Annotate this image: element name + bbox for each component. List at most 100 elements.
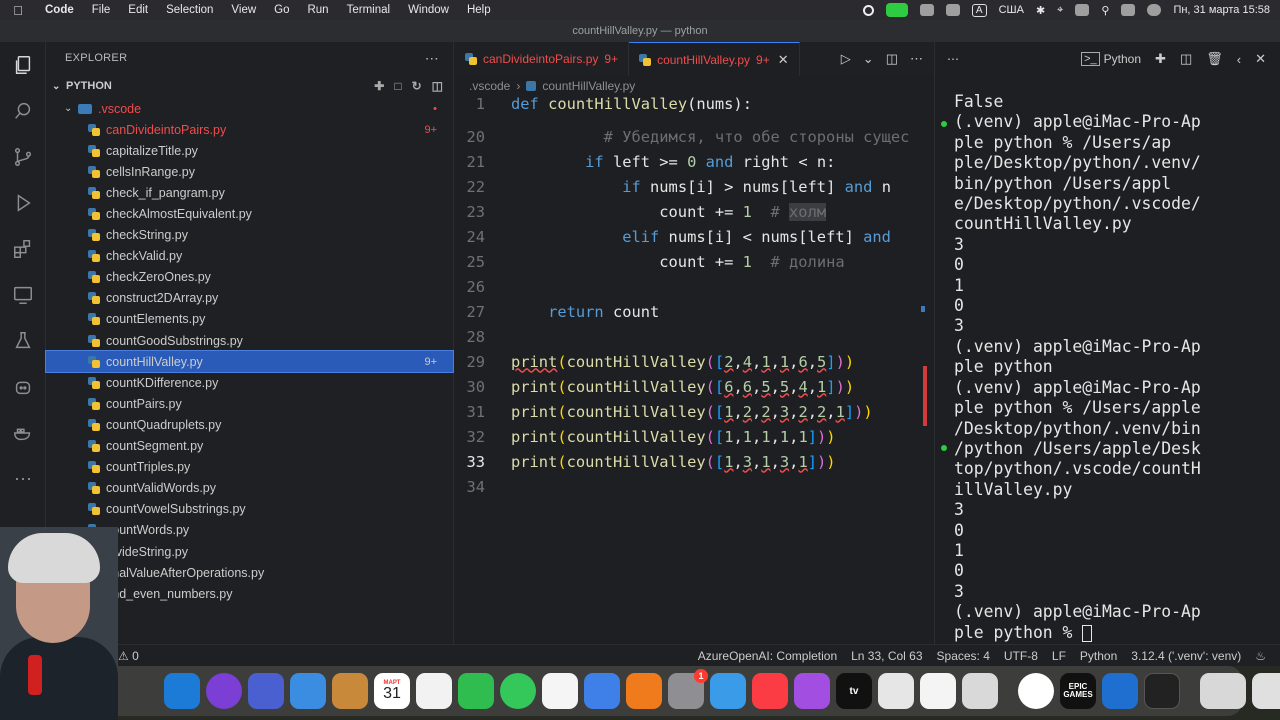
finder-icon[interactable]: [164, 673, 200, 709]
file-item[interactable]: countPairs.py: [46, 393, 453, 414]
epic-games-icon[interactable]: EPIC GAMES: [1060, 673, 1096, 709]
more-icon[interactable]: ⋯: [0, 456, 46, 502]
file-item[interactable]: countTriples.py: [46, 457, 453, 478]
status-indentation[interactable]: Spaces: 4: [937, 649, 990, 663]
docker-icon[interactable]: [0, 410, 46, 456]
freeform-icon[interactable]: [920, 673, 956, 709]
keynote-icon[interactable]: [584, 673, 620, 709]
documents-stack-icon[interactable]: [1252, 673, 1280, 709]
editor-more-icon[interactable]: ⋯: [910, 51, 923, 67]
file-item[interactable]: countValidWords.py: [46, 478, 453, 499]
file-item[interactable]: checkValid.py: [46, 246, 453, 267]
file-item[interactable]: construct2DArray.py: [46, 288, 453, 309]
control-center-icon[interactable]: [1121, 4, 1136, 16]
siri-icon[interactable]: [206, 673, 242, 709]
file-item[interactable]: countQuadruplets.py: [46, 414, 453, 435]
menu-run[interactable]: Run: [298, 4, 337, 16]
status-language[interactable]: Python: [1080, 649, 1117, 663]
tab-candivideintopairs[interactable]: canDivideintoPairs.py 9+: [455, 42, 630, 76]
file-item[interactable]: countHillValley.py 9+: [45, 350, 454, 374]
close-icon[interactable]: ✕: [1255, 51, 1266, 67]
menu-clock[interactable]: Пн, 31 марта 15:58: [1173, 4, 1270, 16]
file-item[interactable]: checkString.py: [46, 225, 453, 246]
explorer-icon[interactable]: [0, 42, 46, 88]
system-settings-icon[interactable]: 1: [668, 669, 708, 709]
messages-icon[interactable]: [500, 673, 536, 709]
siri-icon[interactable]: [1147, 4, 1162, 16]
input-source-label[interactable]: США: [999, 4, 1024, 16]
music-icon[interactable]: [752, 673, 788, 709]
record-icon[interactable]: [862, 4, 874, 16]
menu-view[interactable]: View: [222, 4, 265, 16]
close-icon[interactable]: ✕: [778, 52, 789, 68]
contacts-icon[interactable]: [332, 673, 368, 709]
new-terminal-icon[interactable]: ✚: [1155, 51, 1166, 67]
new-file-icon[interactable]: ✚: [374, 79, 384, 93]
file-item[interactable]: cellsInRange.py: [46, 161, 453, 182]
file-item[interactable]: countGoodSubstrings.py: [46, 330, 453, 351]
downloads-stack-icon[interactable]: [1200, 673, 1246, 709]
terminal-app-icon[interactable]: [1144, 673, 1180, 709]
file-item[interactable]: checkZeroOnes.py: [46, 267, 453, 288]
mail-icon[interactable]: [290, 673, 326, 709]
menu-selection[interactable]: Selection: [157, 4, 222, 16]
chevron-down-icon[interactable]: ⌄: [863, 51, 874, 67]
explorer-more-icon[interactable]: ⋯: [425, 50, 439, 67]
books-icon[interactable]: [626, 673, 662, 709]
search-icon[interactable]: [0, 88, 46, 134]
timer-icon[interactable]: [945, 4, 960, 16]
file-item[interactable]: countVowelSubstrings.py: [46, 499, 453, 520]
extensions-icon[interactable]: [0, 226, 46, 272]
numbers-icon[interactable]: [542, 673, 578, 709]
battery-icon[interactable]: [1075, 4, 1090, 16]
file-item[interactable]: checkAlmostEquivalent.py: [46, 203, 453, 224]
podcasts-icon[interactable]: [794, 673, 830, 709]
menu-help[interactable]: Help: [458, 4, 500, 16]
menu-app-name[interactable]: Code: [36, 4, 83, 16]
wifi-icon[interactable]: ⌖: [1057, 4, 1063, 17]
file-item[interactable]: countElements.py: [46, 309, 453, 330]
calendar-icon[interactable]: МАРТ 31: [374, 673, 410, 709]
terminal-output[interactable]: False (.venv) apple@iMac-Pro-Ap ple python…: [954, 92, 1244, 643]
iphone-mirroring-icon[interactable]: [962, 673, 998, 709]
status-encoding[interactable]: UTF-8: [1004, 649, 1038, 663]
status-ai[interactable]: AzureOpenAI: Completion: [698, 649, 837, 663]
split-terminal-icon[interactable]: ◫: [1180, 51, 1192, 67]
bluetooth-icon[interactable]: ✱: [1036, 4, 1045, 17]
facetime-camera-icon[interactable]: [885, 3, 908, 17]
status-cursor-position[interactable]: Ln 33, Col 63: [851, 649, 922, 663]
menu-file[interactable]: File: [83, 4, 120, 16]
menu-terminal[interactable]: Terminal: [338, 4, 399, 16]
run-file-icon[interactable]: ▷: [841, 51, 851, 67]
file-item[interactable]: canDivideintoPairs.py 9+: [46, 119, 453, 140]
bell-icon[interactable]: ♨: [1255, 649, 1266, 663]
apple-tv-icon[interactable]: tv: [836, 673, 872, 709]
split-editor-icon[interactable]: ◫: [886, 51, 898, 67]
chevron-left-icon[interactable]: ‹: [1237, 52, 1241, 67]
status-eol[interactable]: LF: [1052, 649, 1066, 663]
textedit-icon[interactable]: [878, 673, 914, 709]
folder-vscode[interactable]: ⌄ .vscode •: [46, 98, 453, 119]
quicktime-icon[interactable]: [710, 673, 746, 709]
testing-icon[interactable]: [0, 318, 46, 364]
terminal-shell-label[interactable]: Python: [1104, 52, 1141, 66]
status-interpreter[interactable]: 3.12.4 ('.venv': venv): [1131, 649, 1241, 663]
new-folder-icon[interactable]: □: [394, 79, 401, 93]
menu-edit[interactable]: Edit: [119, 4, 157, 16]
editor-scrollbar[interactable]: [921, 96, 933, 616]
launchpad-icon[interactable]: [248, 673, 284, 709]
menu-go[interactable]: Go: [265, 4, 298, 16]
file-item[interactable]: countKDifference.py: [46, 372, 453, 393]
run-debug-icon[interactable]: [0, 180, 46, 226]
apple-menu-icon[interactable]: : [0, 3, 36, 18]
tab-counthillvalley[interactable]: countHillValley.py 9+ ✕: [629, 42, 800, 76]
remote-explorer-icon[interactable]: [0, 272, 46, 318]
vscode-icon[interactable]: [1102, 673, 1138, 709]
file-item[interactable]: capitalizeTitle.py: [46, 140, 453, 161]
facetime-icon[interactable]: [458, 673, 494, 709]
collapse-all-icon[interactable]: ◫: [432, 79, 443, 93]
workspace-section[interactable]: ⌄ PYTHON ✚ □ ↻ ◫: [46, 74, 453, 98]
source-control-icon[interactable]: [0, 134, 46, 180]
refresh-icon[interactable]: ↻: [412, 79, 422, 93]
file-item[interactable]: countSegment.py: [46, 436, 453, 457]
